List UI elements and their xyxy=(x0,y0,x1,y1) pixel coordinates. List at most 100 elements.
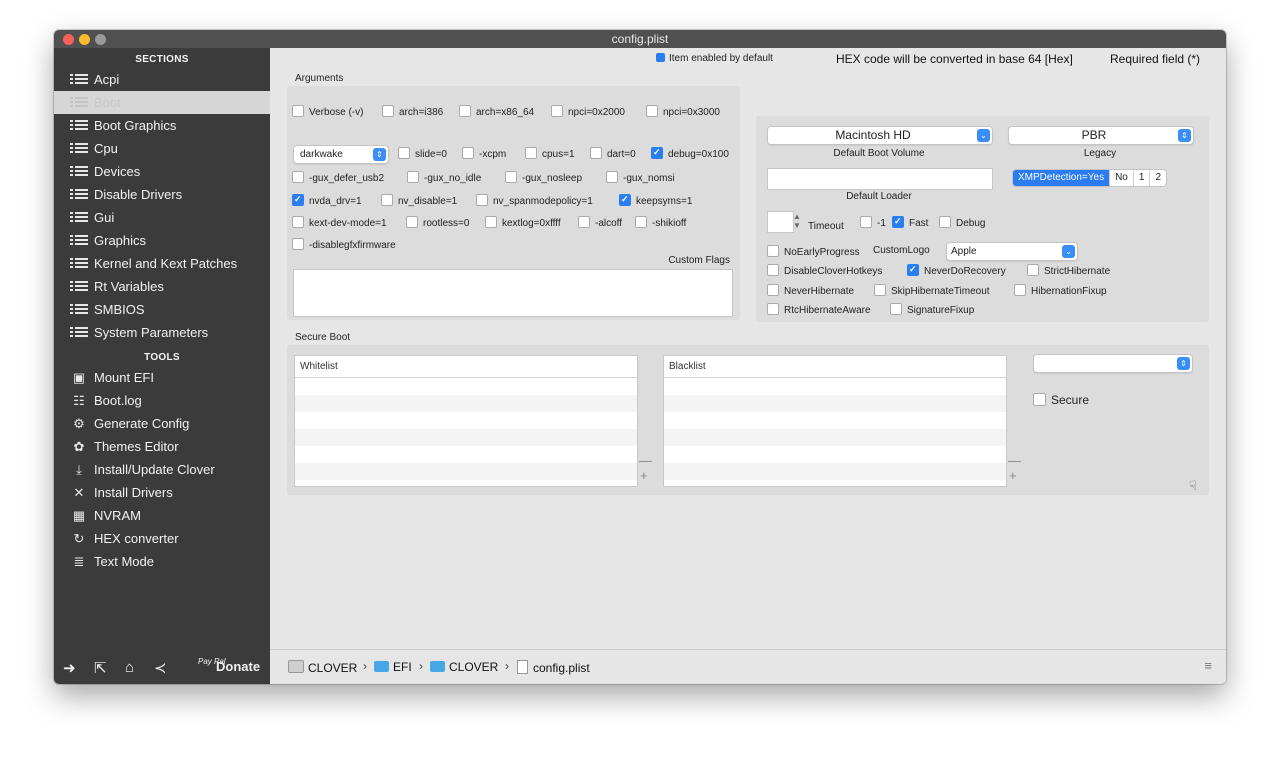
checkbox-cpus-1[interactable]: cpus=1 xyxy=(525,147,575,161)
sidebar-item-boot-graphics[interactable]: Boot Graphics xyxy=(54,114,270,137)
tool-item-install-update-clover[interactable]: ⤓ Install/Update Clover xyxy=(54,458,270,481)
table-row[interactable] xyxy=(295,446,637,463)
checkbox-fast[interactable]: Fast xyxy=(892,215,928,230)
table-row[interactable] xyxy=(295,463,637,480)
checkbox-gux-no-idle[interactable]: -gux_no_idle xyxy=(407,171,481,185)
sidebar-item-acpi[interactable]: Acpi xyxy=(54,68,270,91)
path-crumb-efi[interactable]: EFI xyxy=(374,660,412,674)
checkbox-signaturefixup[interactable]: SignatureFixup xyxy=(890,303,974,317)
tool-item-generate-config[interactable]: ⚙ Generate Config xyxy=(54,412,270,435)
tool-item-boot-log[interactable]: ☷ Boot.log xyxy=(54,389,270,412)
tool-item-hex-converter[interactable]: ↻ HEX converter xyxy=(54,527,270,550)
checkbox-debug-0x100[interactable]: debug=0x100 xyxy=(651,146,729,161)
darkwake-popup[interactable]: darkwake ⇕ xyxy=(293,145,389,164)
sidebar-item-boot[interactable]: Boot xyxy=(54,91,270,114)
custom-logo-popup[interactable]: Apple ⌄ xyxy=(946,242,1078,261)
checkbox-rtchibernateaware[interactable]: RtcHibernateAware xyxy=(767,303,871,317)
tool-item-text-mode[interactable]: ≣ Text Mode xyxy=(54,550,270,573)
table-row[interactable] xyxy=(295,429,637,446)
table-row[interactable] xyxy=(664,463,1006,480)
checkbox-disablecloverhotkeys[interactable]: DisableCloverHotkeys xyxy=(767,264,882,278)
checkbox-stricthibernate[interactable]: StrictHibernate xyxy=(1027,264,1110,278)
timeout-stepper[interactable]: ▲ ▼ xyxy=(793,212,801,230)
checkbox-neverhibernate[interactable]: NeverHibernate xyxy=(767,284,854,298)
sidebar-item-devices[interactable]: Devices xyxy=(54,160,270,183)
path-crumb-clover[interactable]: CLOVER xyxy=(430,660,498,674)
sidebar-item-kernel-and-kext-patches[interactable]: Kernel and Kext Patches xyxy=(54,252,270,275)
blacklist-remove-button[interactable]: — xyxy=(1008,453,1021,468)
default-loader-field[interactable] xyxy=(767,168,993,190)
xmp-option-1[interactable]: No xyxy=(1109,170,1133,186)
sidebar-item-gui[interactable]: Gui xyxy=(54,206,270,229)
menu-lines-icon[interactable]: ≡ xyxy=(1204,658,1212,673)
checkbox-nvda-drv-1[interactable]: nvda_drv=1 xyxy=(292,193,362,208)
checkbox-disablegfxfirmware[interactable]: -disablegfxfirmware xyxy=(292,238,396,252)
checkbox-keepsyms-1[interactable]: keepsyms=1 xyxy=(619,193,692,208)
checkbox-nv-disable-1[interactable]: nv_disable=1 xyxy=(381,194,457,208)
default-volume-popup[interactable]: Macintosh HD ⌄ xyxy=(767,126,993,145)
checkbox-npci-0x3000[interactable]: npci=0x3000 xyxy=(646,105,720,119)
home-icon[interactable]: ⌂ xyxy=(125,659,134,676)
checkbox-debug[interactable]: Debug xyxy=(939,216,985,230)
table-row[interactable] xyxy=(664,378,1006,395)
checkbox-nv-spanmodepolicy-1[interactable]: nv_spanmodepolicy=1 xyxy=(476,194,593,208)
sidebar-item-rt-variables[interactable]: Rt Variables xyxy=(54,275,270,298)
secure-checkbox[interactable]: Secure xyxy=(1033,393,1089,407)
xmp-option-2[interactable]: 1 xyxy=(1132,170,1150,186)
checkbox-xcpm[interactable]: -xcpm xyxy=(462,147,506,161)
import-icon[interactable]: ➜ xyxy=(63,659,76,677)
sidebar-item-smbios[interactable]: SMBIOS xyxy=(54,298,270,321)
whitelist-add-button[interactable]: + xyxy=(640,468,648,483)
legacy-popup[interactable]: PBR ⇕ xyxy=(1008,126,1194,145)
table-row[interactable] xyxy=(664,429,1006,446)
whitelist-remove-button[interactable]: — xyxy=(639,453,652,468)
table-row[interactable] xyxy=(664,446,1006,463)
blacklist-add-button[interactable]: + xyxy=(1009,468,1017,483)
no-early-progress-checkbox[interactable]: NoEarlyProgress xyxy=(767,245,860,259)
checkbox-rootless-0[interactable]: rootless=0 xyxy=(406,216,469,230)
sidebar-item-disable-drivers[interactable]: Disable Drivers xyxy=(54,183,270,206)
checkbox-gux-nomsi[interactable]: -gux_nomsi xyxy=(606,171,675,185)
checkbox-arch-x86-64[interactable]: arch=x86_64 xyxy=(459,105,534,119)
table-row[interactable] xyxy=(295,412,637,429)
xmp-option-0[interactable]: XMPDetection=Yes xyxy=(1013,170,1110,186)
table-row[interactable] xyxy=(295,378,637,395)
checkbox-slide-0[interactable]: slide=0 xyxy=(398,147,447,161)
sidebar-item-system-parameters[interactable]: System Parameters xyxy=(54,321,270,344)
checkbox-dart-0[interactable]: dart=0 xyxy=(590,147,636,161)
whitelist-table[interactable]: Whitelist xyxy=(294,355,638,487)
tool-item-mount-efi[interactable]: ▣ Mount EFI xyxy=(54,366,270,389)
export-icon[interactable]: ⇱ xyxy=(94,659,107,677)
secure-boot-policy-popup[interactable]: ⇕ xyxy=(1033,354,1193,373)
checkbox-gux-nosleep[interactable]: -gux_nosleep xyxy=(505,171,582,185)
custom-flags-field[interactable] xyxy=(293,269,733,317)
checkbox-npci-0x2000[interactable]: npci=0x2000 xyxy=(551,105,625,119)
checkbox-skiphibernatetimeout[interactable]: SkipHibernateTimeout xyxy=(874,284,990,298)
checkbox-1[interactable]: -1 xyxy=(860,216,886,230)
checkbox-kextlog-0xffff[interactable]: kextlog=0xffff xyxy=(485,216,561,230)
sidebar-item-graphics[interactable]: Graphics xyxy=(54,229,270,252)
checkbox-arch-i386[interactable]: arch=i386 xyxy=(382,105,443,119)
checkbox-verbose-v[interactable]: Verbose (-v) xyxy=(292,105,363,119)
path-crumb-volume[interactable]: CLOVER xyxy=(288,660,357,675)
table-row[interactable] xyxy=(295,395,637,412)
checkbox-hibernationfixup[interactable]: HibernationFixup xyxy=(1014,284,1107,298)
xmp-option-3[interactable]: 2 xyxy=(1149,170,1166,186)
checkbox-gux-defer-usb2[interactable]: -gux_defer_usb2 xyxy=(292,171,384,185)
checkbox-shikioff[interactable]: -shikioff xyxy=(635,216,686,230)
tool-item-install-drivers[interactable]: ✕ Install Drivers xyxy=(54,481,270,504)
table-row[interactable] xyxy=(664,395,1006,412)
timeout-field[interactable] xyxy=(767,211,794,233)
checkbox-kext-dev-mode-1[interactable]: kext-dev-mode=1 xyxy=(292,216,387,230)
table-row[interactable] xyxy=(664,412,1006,429)
checkbox-neverdorecovery[interactable]: NeverDoRecovery xyxy=(907,263,1006,278)
donate-button[interactable]: Donate xyxy=(216,659,260,674)
checkbox-box xyxy=(292,216,304,228)
checkbox-alcoff[interactable]: -alcoff xyxy=(578,216,622,230)
sidebar-item-cpu[interactable]: Cpu xyxy=(54,137,270,160)
tool-item-nvram[interactable]: ▦ NVRAM xyxy=(54,504,270,527)
blacklist-table[interactable]: Blacklist xyxy=(663,355,1007,487)
share-icon[interactable]: ≺ xyxy=(154,659,167,677)
tool-item-themes-editor[interactable]: ✿ Themes Editor xyxy=(54,435,270,458)
path-crumb-file[interactable]: config.plist xyxy=(517,660,590,675)
